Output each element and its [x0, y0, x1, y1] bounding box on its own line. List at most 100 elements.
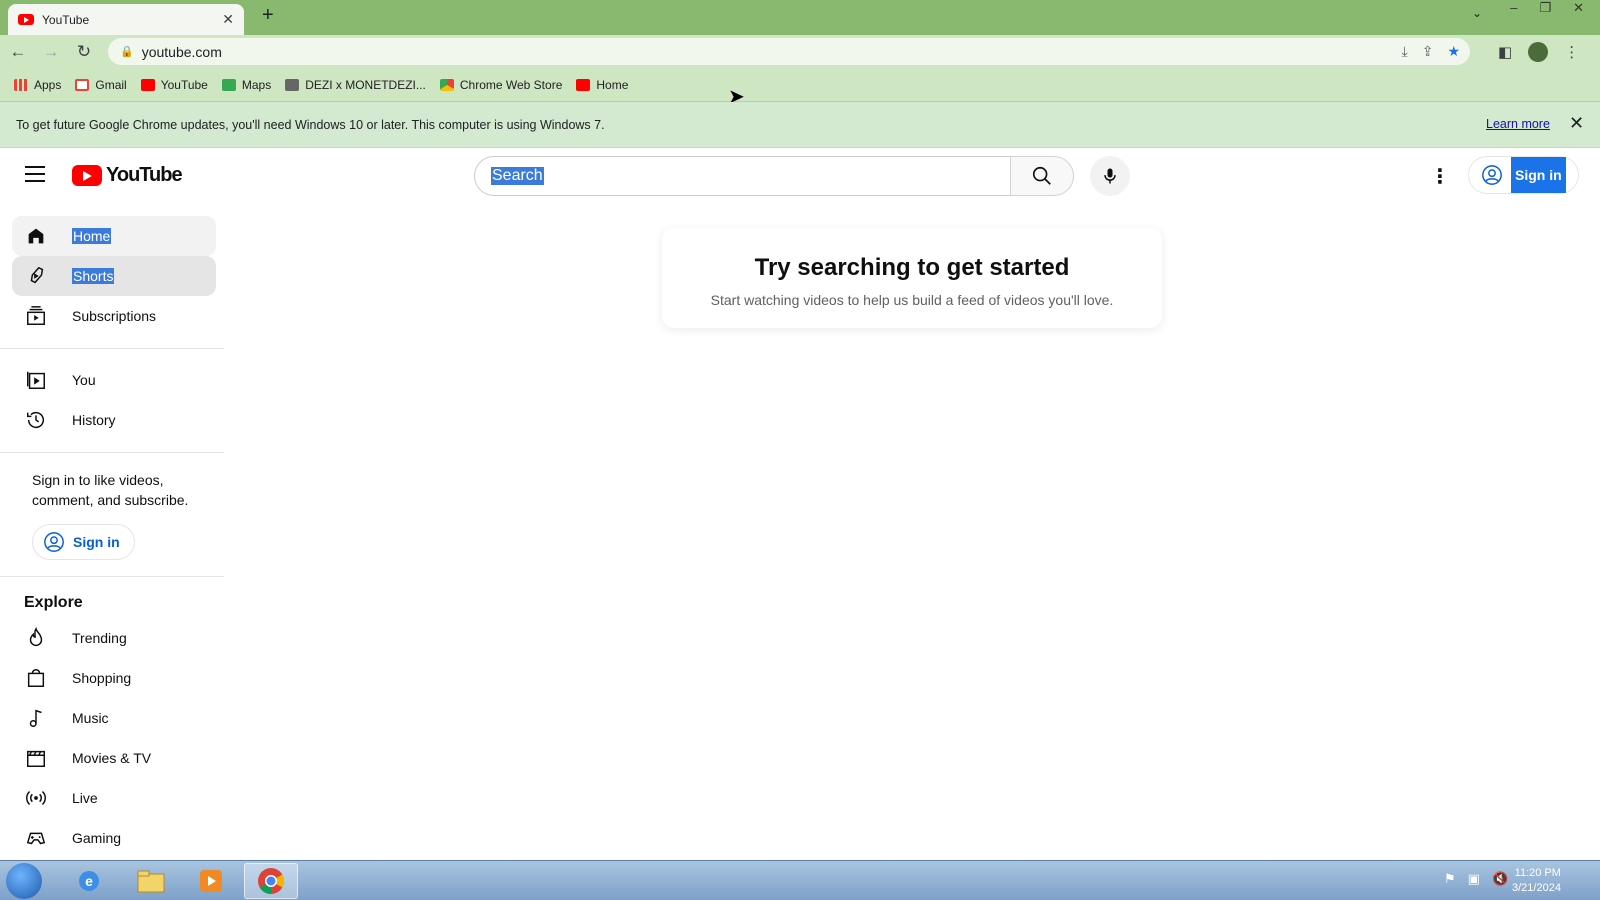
side-panel-icon[interactable]: ◧	[1498, 43, 1512, 61]
windows-taskbar: e ⚑ ▣ 🔇 11:20 PM 3/21/2024	[0, 860, 1600, 900]
bookmark-youtube[interactable]: YouTube	[140, 78, 208, 92]
tab-close-icon[interactable]: ✕	[222, 11, 234, 28]
settings-kebab-icon[interactable]: ⋮	[1430, 164, 1450, 189]
share-icon[interactable]: ⇪	[1422, 43, 1434, 60]
sidebar-item-gaming[interactable]: Gaming	[12, 818, 216, 858]
address-bar[interactable]: 🔒 youtube.com ⤓ ⇪ ★	[108, 38, 1470, 65]
sidebar-item-label: Gaming	[72, 830, 122, 846]
music-note-icon	[24, 706, 48, 730]
forward-arrow-icon[interactable]: →	[36, 42, 66, 62]
clock-time: 11:20 PM	[1514, 867, 1561, 879]
account-circle-icon	[1482, 165, 1502, 185]
chrome-taskbar-icon[interactable]	[244, 863, 298, 899]
sidebar-item-label: Trending	[72, 630, 127, 646]
sidebar-sign-in-button[interactable]: Sign in	[32, 524, 135, 560]
youtube-icon	[576, 78, 591, 91]
lock-icon[interactable]: 🔒	[120, 45, 134, 58]
file-explorer-icon[interactable]	[124, 863, 178, 899]
shopping-bag-icon	[24, 666, 48, 690]
bookmark-maps[interactable]: Maps	[221, 78, 271, 92]
bookmark-gmail[interactable]: Gmail	[75, 78, 127, 92]
sidebar-item-label: Live	[72, 790, 98, 806]
internet-explorer-icon[interactable]: e	[62, 863, 116, 899]
volume-muted-icon[interactable]: 🔇	[1492, 871, 1508, 887]
tab-title: YouTube	[42, 12, 90, 27]
youtube-play-icon	[72, 165, 102, 186]
sidebar-item-trending[interactable]: Trending	[12, 618, 216, 658]
empty-feed-card: Try searching to get started Start watch…	[662, 228, 1162, 328]
browser-toolbar: ← → ↻ 🔒 youtube.com ⤓ ⇪ ★ ◧ ⋮	[0, 35, 1600, 68]
dezi-icon	[285, 78, 300, 91]
infobar-close-icon[interactable]: ✕	[1569, 113, 1584, 134]
sidebar-item-shopping[interactable]: Shopping	[12, 658, 216, 698]
restore-icon[interactable]: ❐	[1535, 0, 1555, 16]
bookmark-chrome-web-store[interactable]: Chrome Web Store	[439, 78, 562, 92]
sidebar-divider	[0, 452, 224, 453]
chrome-menu-icon[interactable]: ⋮	[1564, 43, 1579, 61]
minimize-icon[interactable]: –	[1506, 0, 1521, 16]
sidebar-item-movies-tv[interactable]: Movies & TV	[12, 738, 216, 778]
sign-in-button[interactable]: Sign in	[1468, 156, 1579, 194]
action-center-flag-icon[interactable]: ⚑	[1444, 871, 1456, 887]
sidebar-item-label: You	[72, 372, 96, 388]
sidebar-item-shorts[interactable]: Shorts	[12, 256, 216, 296]
back-arrow-icon[interactable]: ←	[3, 42, 33, 62]
search-input[interactable]: Search	[474, 156, 1011, 196]
sidebar-item-label: History	[72, 412, 116, 428]
home-icon	[24, 224, 48, 248]
svg-text:e: e	[85, 873, 93, 889]
subscriptions-icon	[24, 304, 48, 328]
account-circle-icon	[44, 532, 64, 552]
youtube-icon	[140, 78, 155, 91]
taskbar-clock[interactable]: 11:20 PM 3/21/2024	[1512, 866, 1561, 896]
network-icon[interactable]: ▣	[1468, 871, 1480, 887]
sidebar-divider	[0, 348, 224, 349]
live-broadcast-icon	[24, 786, 48, 810]
web-store-icon	[439, 78, 454, 91]
bookmarks-bar: Apps Gmail YouTube Maps DEZI x MONETDEZI…	[0, 68, 1600, 102]
install-icon[interactable]: ⤓	[1402, 43, 1408, 60]
sidebar-item-subscriptions[interactable]: Subscriptions	[12, 296, 216, 336]
explore-heading: Explore	[24, 594, 83, 611]
bookmark-star-icon[interactable]: ★	[1447, 43, 1460, 60]
window-close-icon[interactable]: ✕	[1569, 0, 1588, 16]
microphone-icon	[1104, 168, 1116, 184]
gaming-controller-icon	[24, 826, 48, 850]
youtube-logo[interactable]: YouTube	[72, 164, 183, 187]
voice-search-button[interactable]	[1090, 156, 1130, 196]
clapperboard-icon	[24, 746, 48, 770]
sidebar-item-live[interactable]: Live	[12, 778, 216, 818]
bookmark-apps[interactable]: Apps	[14, 78, 61, 92]
profile-avatar-icon[interactable]	[1528, 42, 1549, 62]
tab-search-chevron-icon[interactable]: ⌄	[1472, 6, 1482, 20]
sidebar-item-label: Music	[72, 710, 109, 726]
sidebar-divider	[0, 576, 224, 577]
sidebar-item-you[interactable]: You	[12, 360, 216, 400]
guide-sidebar: Home Shorts Subscriptions You History Si…	[0, 204, 224, 860]
search-icon	[1032, 166, 1051, 185]
infobar-text: To get future Google Chrome updates, you…	[16, 117, 605, 132]
sidebar-item-home[interactable]: Home	[12, 216, 216, 256]
sidebar-item-history[interactable]: History	[12, 400, 216, 440]
windows-start-icon[interactable]	[6, 863, 42, 899]
youtube-wordmark: YouTube	[106, 164, 183, 186]
bookmark-dezi[interactable]: DEZI x MONETDEZI...	[285, 78, 426, 92]
sidebar-item-label: Shopping	[72, 670, 132, 686]
media-player-icon[interactable]	[184, 863, 238, 899]
sign-in-label: Sign in	[73, 534, 120, 550]
sign-in-label: Sign in	[1511, 157, 1566, 193]
browser-tab[interactable]: YouTube ✕	[8, 4, 244, 35]
bookmark-home[interactable]: Home	[576, 78, 628, 92]
sidebar-item-label: Shorts	[72, 268, 115, 284]
menu-hamburger-icon[interactable]	[25, 166, 45, 182]
new-tab-button[interactable]: +	[262, 4, 274, 27]
clock-date: 3/21/2024	[1512, 882, 1561, 894]
system-tray: ⚑ ▣ 🔇	[1444, 871, 1508, 887]
apps-grid-icon	[14, 78, 28, 91]
sidebar-item-music[interactable]: Music	[12, 698, 216, 738]
search-button[interactable]	[1010, 156, 1074, 196]
address-text: youtube.com	[141, 43, 222, 60]
update-infobar: To get future Google Chrome updates, you…	[0, 102, 1600, 148]
reload-icon[interactable]: ↻	[69, 42, 99, 62]
learn-more-link[interactable]: Learn more	[1486, 117, 1550, 131]
